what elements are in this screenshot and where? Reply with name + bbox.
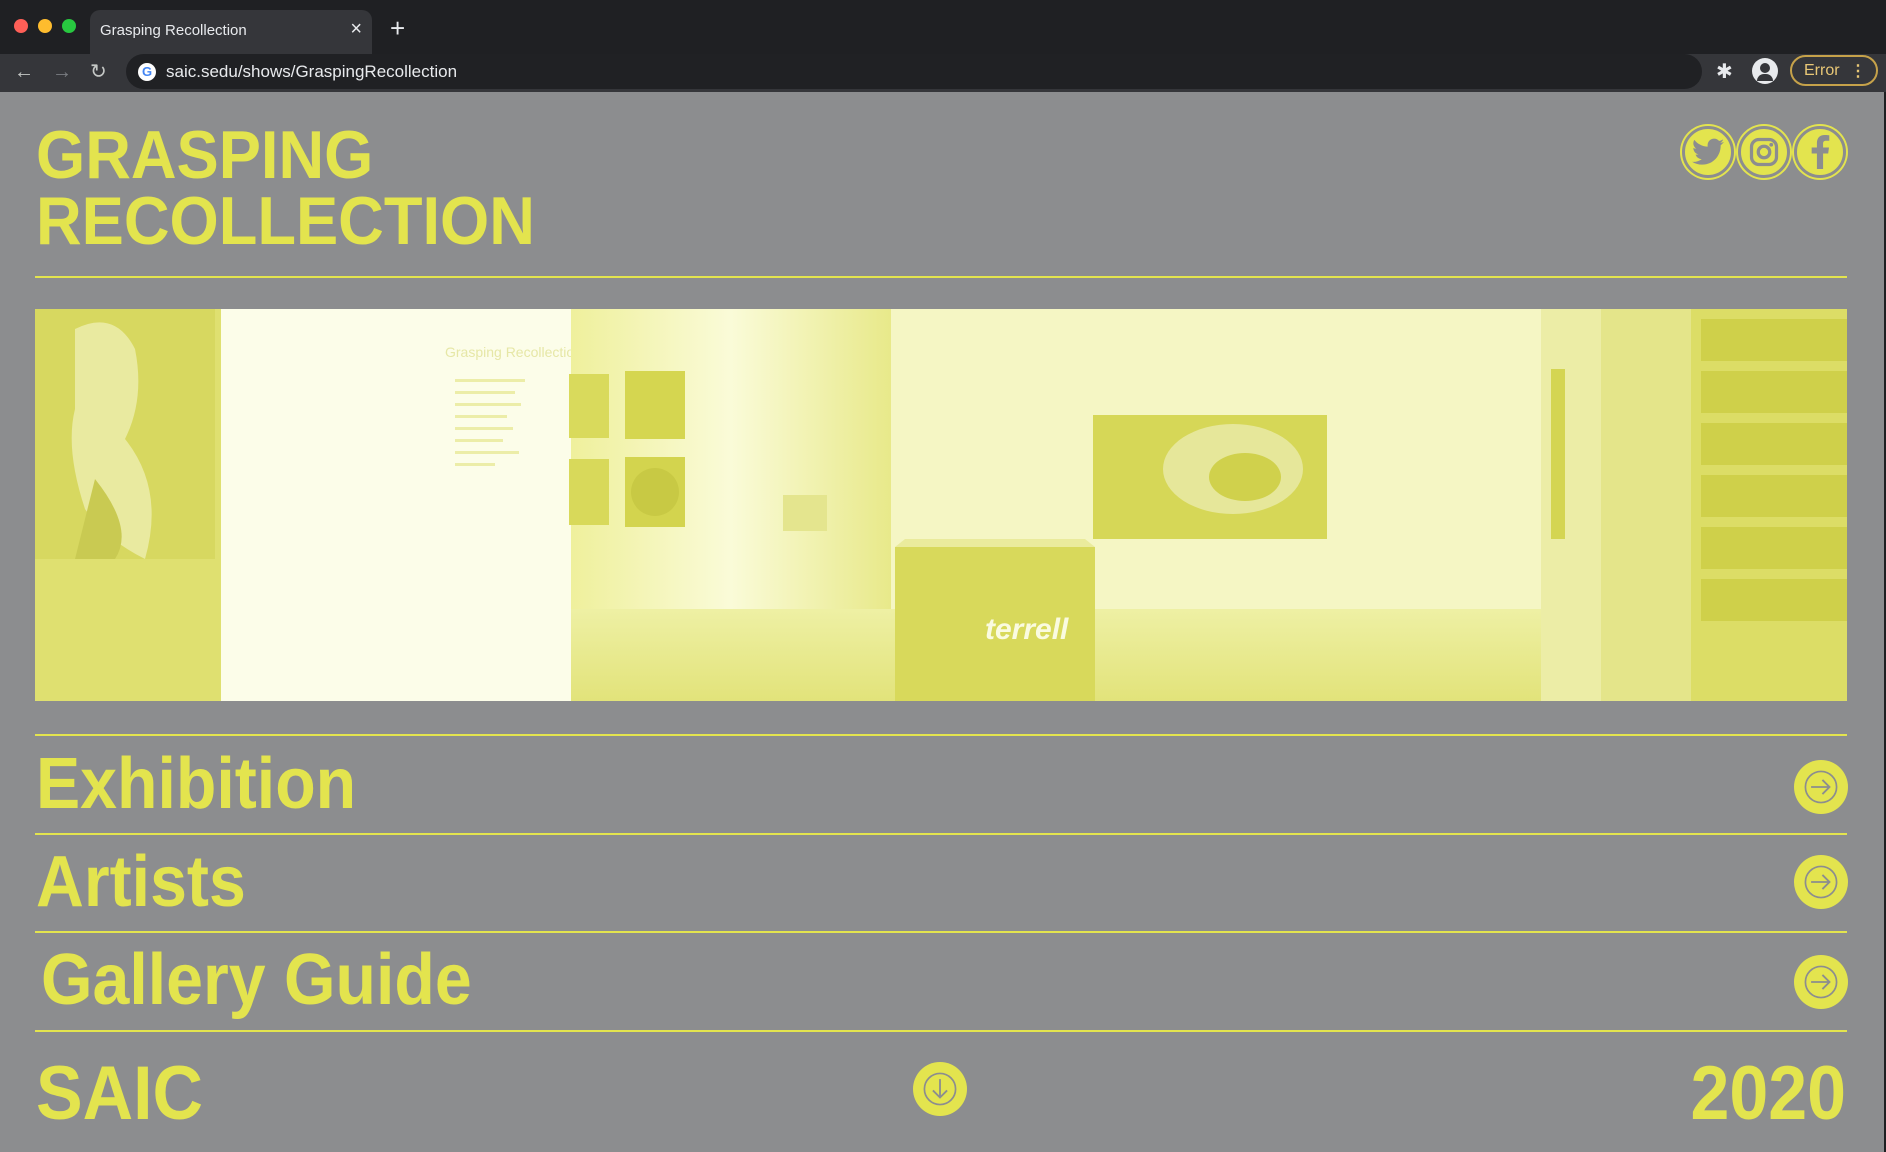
tab-title: Grasping Recollection	[100, 22, 247, 39]
arrow-right-icon[interactable]	[1794, 955, 1848, 1009]
page-title[interactable]: GRASPING RECOLLECTION	[36, 117, 535, 259]
minimize-window-button[interactable]	[38, 19, 52, 33]
browser-tab[interactable]: Grasping Recollection ×	[90, 10, 372, 54]
address-bar[interactable]: G saic.sedu/shows/GraspingRecollection	[126, 54, 1702, 89]
divider	[35, 1030, 1847, 1032]
hero-image: Grasping Recollection terrell	[35, 309, 1847, 701]
title-line-2: RECOLLECTION	[36, 183, 535, 259]
wall-title-text: Grasping Recollection	[445, 344, 582, 360]
back-icon[interactable]: ←	[14, 60, 34, 84]
tab-close-icon[interactable]: ×	[350, 18, 362, 40]
nav-gallery-guide-label: Gallery Guide	[41, 940, 472, 1020]
page: GRASPING RECOLLECTION Grasping Recollect…	[0, 92, 1884, 1152]
pedestal-text: terrell	[985, 613, 1069, 646]
profile-icon[interactable]	[1752, 58, 1778, 84]
divider	[35, 833, 1847, 835]
arrow-down-icon[interactable]	[913, 1062, 967, 1116]
gallery-panorama: Grasping Recollection terrell	[35, 309, 1847, 701]
footer-year: 2020	[1690, 1051, 1846, 1136]
menu-icon[interactable]: ⋮	[1850, 61, 1866, 81]
reload-icon[interactable]: ↻	[90, 60, 107, 84]
browser-tabbar: Grasping Recollection × +	[0, 0, 1886, 54]
arrow-right-icon[interactable]	[1794, 855, 1848, 909]
title-line-1: GRASPING	[36, 117, 374, 193]
new-tab-button[interactable]: +	[390, 14, 405, 42]
error-label: Error	[1804, 62, 1840, 79]
nav-artists-label: Artists	[36, 842, 246, 922]
url-text[interactable]: saic.sedu/shows/GraspingRecollection	[166, 62, 457, 82]
twitter-icon[interactable]	[1682, 126, 1734, 178]
divider	[35, 931, 1847, 933]
instagram-icon[interactable]	[1738, 126, 1790, 178]
forward-icon[interactable]: →	[52, 60, 72, 84]
divider	[35, 276, 1847, 278]
maximize-window-button[interactable]	[62, 19, 76, 33]
close-window-button[interactable]	[14, 19, 28, 33]
nav-exhibition-label: Exhibition	[36, 744, 357, 824]
browser-toolbar: ← → ↻ G saic.sedu/shows/GraspingRecollec…	[0, 54, 1886, 92]
footer-saic: SAIC	[36, 1051, 204, 1136]
facebook-icon[interactable]	[1794, 126, 1846, 178]
google-icon: G	[138, 63, 156, 81]
arrow-right-icon[interactable]	[1794, 760, 1848, 814]
error-button[interactable]: Error ⋮	[1790, 55, 1878, 86]
divider	[35, 734, 1847, 736]
social-links	[1682, 126, 1846, 178]
extensions-icon[interactable]: ✱	[1716, 60, 1733, 84]
